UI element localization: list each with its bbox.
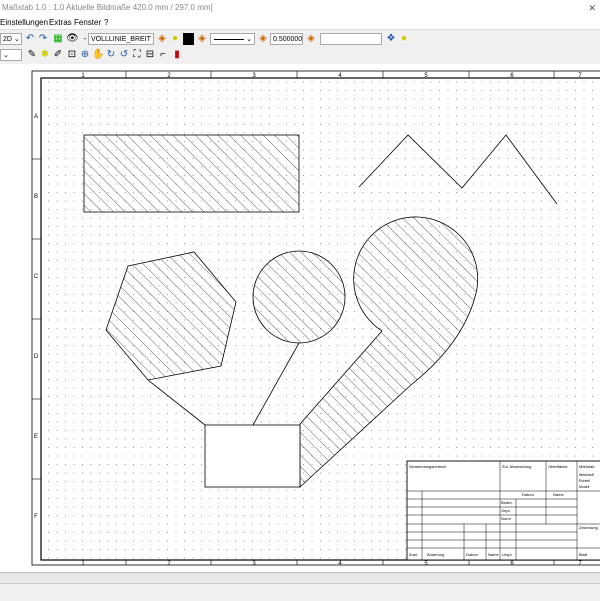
undo-icon[interactable]: ↶	[24, 33, 36, 45]
tb-blatt: Blatt	[579, 552, 588, 557]
measure-icon[interactable]: ⊟	[144, 49, 156, 61]
main-toolbar: 2D ⌄ ↶ ↷ ▦ 👁 - VOLLLINIE_BREIT ◈ ● ◈ ⌄ ◈…	[0, 29, 600, 48]
menu-einstellungen[interactable]: Einstellungen	[0, 18, 48, 27]
plain-rectangle[interactable]	[204, 424, 301, 488]
row-label-A: A	[34, 114, 38, 120]
row-labels-left: A B C D E F	[32, 114, 41, 520]
row-label-E: E	[34, 434, 38, 440]
layers-icon[interactable]: ❖	[385, 33, 397, 45]
row-label-B: B	[34, 194, 38, 200]
eye-icon[interactable]: 👁	[66, 33, 79, 45]
hatched-circle[interactable]	[252, 250, 346, 344]
layer-icon[interactable]: ◈	[156, 33, 168, 45]
layer-icon-3[interactable]: ◈	[257, 33, 269, 45]
tb-massstab: Maßstab	[579, 464, 595, 469]
snap-icon[interactable]: ⌐	[157, 49, 169, 61]
refresh-icon[interactable]: ↻	[105, 49, 117, 61]
color-swatch[interactable]	[183, 33, 194, 45]
line-width-field[interactable]: 0.500000	[270, 33, 303, 45]
bulb-icon[interactable]: ●	[169, 33, 181, 45]
grid-icon[interactable]: ▦	[52, 33, 64, 45]
tb-oberflaeche: Oberfläche	[548, 464, 568, 469]
redo-icon[interactable]: ↷	[37, 33, 49, 45]
tb-urspr: Urspr.	[502, 552, 513, 557]
menu-extras[interactable]: Extras	[49, 18, 72, 27]
window-title: Maßstab 1.0 : 1.0 Aktuelle Bildmaße 420.…	[2, 3, 213, 12]
layer-icon-4[interactable]: ◈	[305, 33, 317, 45]
traffic-light-icon[interactable]: ▮	[171, 49, 183, 61]
tb-rohteil: Rohteil	[579, 479, 590, 483]
title-block: Verwendungsbereich Zul. Abweichung Oberf…	[406, 460, 600, 561]
line-style-preview	[214, 39, 244, 40]
tb-modell: Modell	[579, 485, 590, 489]
tb-zust: Zust.	[409, 552, 418, 557]
zoom-fit-icon[interactable]: ⛶	[131, 49, 143, 61]
highlight-icon[interactable]: ✱	[39, 49, 51, 61]
row-label-F: F	[34, 514, 38, 520]
tb-name: Name	[553, 492, 564, 497]
menu-fenster[interactable]: Fenster	[74, 18, 101, 27]
col-label-bottom-6: 6	[510, 561, 514, 567]
tb-norm: Norm	[501, 516, 511, 521]
horizontal-scrollbar[interactable]	[0, 573, 600, 584]
layer-select[interactable]: ⌄	[0, 49, 22, 61]
col-label-bottom-4: 4	[338, 561, 342, 567]
pencil-icon[interactable]: ✎	[26, 49, 38, 61]
tb-werkstoff: Werkstoff	[579, 473, 594, 477]
col-label-bottom-1: 1	[81, 561, 85, 567]
col-label-bottom-5: 5	[424, 561, 428, 567]
drawing-svg[interactable]: 1 2 3 4 5 6 7 1 2 3 4 5 6 7 A B C D E F …	[22, 64, 600, 572]
bulb-icon-2[interactable]: ●	[398, 33, 410, 45]
column-labels-bottom: 1 2 3 4 5 6 7	[81, 560, 582, 567]
view-mode-select[interactable]: 2D ⌄	[0, 33, 22, 45]
col-label-bottom-2: 2	[167, 561, 171, 567]
redraw-icon[interactable]: ↺	[118, 49, 130, 61]
hatched-rectangle[interactable]	[83, 134, 300, 213]
col-label-bottom-7: 7	[578, 561, 582, 567]
menu-bar: Einstellungen Extras Fenster ?	[0, 17, 600, 29]
tb-name-2: Name	[488, 552, 499, 557]
tb-datum: Datum	[522, 492, 534, 497]
title-bar: Maßstab 1.0 : 1.0 Aktuelle Bildmaße 420.…	[0, 0, 600, 17]
zoom-in-icon[interactable]: ⊕	[79, 49, 91, 61]
close-icon[interactable]: ✕	[588, 3, 596, 14]
pan-icon[interactable]: ✋	[92, 49, 104, 61]
col-label-bottom-3: 3	[252, 561, 256, 567]
line-style-select[interactable]: ⌄	[210, 33, 255, 45]
tb-zeichnung: Zeichnung	[579, 525, 598, 530]
left-panel[interactable]	[0, 64, 23, 572]
extra-input[interactable]	[320, 33, 382, 45]
tb-zul-abweichung: Zul. Abweichung	[502, 464, 531, 469]
zoom-window-icon[interactable]: ⊡	[66, 49, 78, 61]
chevron-down-icon: ⌄	[246, 36, 252, 43]
pen-icon[interactable]: ✐	[52, 49, 64, 61]
tb-aenderung: Änderung	[427, 552, 444, 557]
row-label-D: D	[34, 354, 39, 360]
tb-datum-2: Datum	[466, 552, 478, 557]
drawing-canvas[interactable]: 1 2 3 4 5 6 7 1 2 3 4 5 6 7 A B C D E F …	[22, 64, 600, 572]
layer-icon-2[interactable]: ◈	[196, 33, 208, 45]
status-bar	[0, 572, 600, 601]
tb-gepr: Gepr.	[501, 508, 511, 513]
tb-verwendungsbereich: Verwendungsbereich	[409, 464, 446, 469]
line-type-field[interactable]: VOLLLINIE_BREIT	[88, 33, 154, 45]
tb-bearb: Bearb.	[501, 500, 513, 505]
secondary-toolbar: ⌄ ✎ ✱ ✐ ⊡ ⊕ ✋ ↻ ↺ ⛶ ⊟ ⌐ ▮	[0, 47, 600, 65]
menu-help[interactable]: ?	[104, 18, 108, 27]
row-label-C: C	[34, 274, 39, 280]
